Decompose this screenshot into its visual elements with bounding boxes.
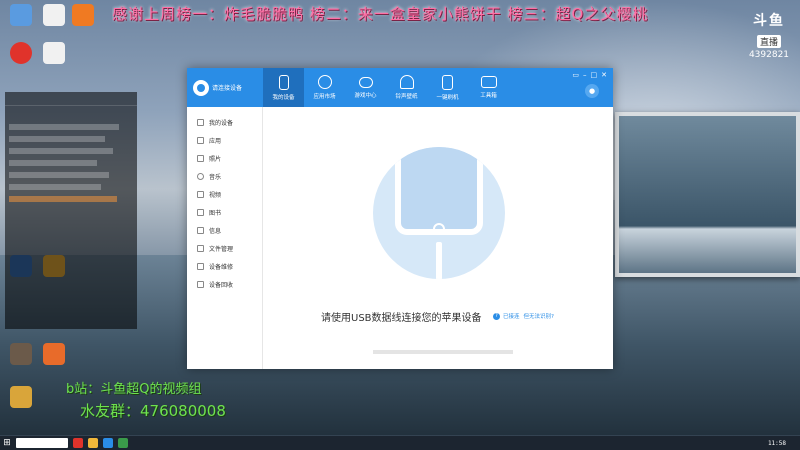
help-link[interactable]: ? 已接连 但无法识别? [493,312,558,320]
main-content: 请使用USB数据线连接您的苹果设备 ? 已接连 但无法识别? [263,107,613,369]
minimize-icon[interactable]: – [583,71,587,79]
app-icon [10,343,32,365]
cant-recognize-link[interactable]: 但无法识别? [524,312,554,320]
folder-icon [197,244,204,252]
itools-logo-icon [193,79,209,96]
device-sidebar: 我的设备 应用 照片 音乐 视频 图书 信息 文件管理 设备维修 设备回收 [187,107,263,369]
douyu-logo: 斗鱼 直播 4392821 [744,10,794,60]
desktop-icon[interactable] [4,386,38,410]
danmaku-chat-panel [5,92,137,329]
clock[interactable]: 11:58 [768,440,800,447]
usb-cable-icon [436,242,442,279]
sidebar-item-repair[interactable]: 设备维修 [187,257,262,275]
document-icon [43,42,65,64]
skin-icon[interactable]: ▭ [572,71,579,79]
tab-app-store[interactable]: 应用市场 [304,68,345,107]
taskbar: ⊞ 11:58 [0,436,800,450]
tab-flash[interactable]: 一键刷机 [427,68,468,107]
gamepad-icon [358,76,373,88]
connected-text: 已接连 [503,314,520,320]
sidebar-item-apps[interactable]: 应用 [187,131,262,149]
chat-line [9,160,97,166]
chat-header [5,92,137,106]
sidebar-item-video[interactable]: 视频 [187,185,262,203]
bilibili-overlay: b站：斗鱼超Q的视频组 [66,382,202,397]
question-icon: ? [493,312,500,320]
desktop-icon[interactable] [4,343,38,367]
phone-icon [395,147,483,235]
chat-line [9,172,109,178]
footer-note [373,350,513,354]
sidebar-item-my-device[interactable]: 我的设备 [187,113,262,131]
apps-icon [197,136,204,144]
recycle-icon [197,280,204,288]
phone-icon [278,74,289,90]
taskbar-app-icon[interactable] [103,438,113,448]
taskbar-app-icon[interactable] [73,438,83,448]
folder-icon [10,386,32,408]
message-icon [197,226,204,234]
bell-icon [399,75,414,89]
sidebar-item-recycle[interactable]: 设备回收 [187,275,262,293]
wrench-icon [197,262,204,270]
sidebar-item-files[interactable]: 文件管理 [187,239,262,257]
taskbar-search[interactable] [16,438,68,448]
app-icon [43,343,65,365]
desktop-icon[interactable] [66,4,100,28]
sidebar-item-messages[interactable]: 信息 [187,221,262,239]
logo-sub: 直播 [756,35,781,48]
tab-toolbox[interactable]: 工具箱 [468,68,509,107]
tab-game-center[interactable]: 游戏中心 [345,68,386,107]
sidebar-item-music[interactable]: 音乐 [187,167,262,185]
start-button[interactable]: ⊞ [0,436,14,450]
qq-group-overlay: 水友群：476080008 [80,402,226,420]
room-number: 4392821 [748,50,790,60]
wallpaper-painting [615,112,800,277]
chat-line [9,184,101,190]
book-icon [197,208,204,216]
app-store-icon [317,75,332,89]
thanks-banner: 感谢上周榜一：炸毛脆脆鸭 榜二：来一盒皇家小熊饼干 榜三：超Q之父樱桃 [112,5,649,23]
desktop-icon[interactable] [4,4,38,28]
sidebar-item-books[interactable]: 图书 [187,203,262,221]
home-button-icon [433,223,445,235]
toolbox-icon [480,76,497,88]
connect-prompt: 请使用USB数据线连接您的苹果设备 [321,313,482,324]
device-icon [197,118,204,126]
taskbar-app-icon[interactable] [118,438,128,448]
chat-line [9,124,119,130]
sidebar-item-photos[interactable]: 照片 [187,149,262,167]
chat-line [9,148,113,154]
desktop-icon[interactable] [37,42,71,66]
connect-phone-illustration [373,147,505,279]
microphone-icon[interactable]: ● [585,84,599,98]
itools-window: 请连接设备 我的设备 应用市场 游戏中心 铃声壁纸 一键刷机 工具箱 ▭ – □… [187,68,613,369]
chat-line [9,196,117,202]
close-icon[interactable]: ✕ [601,71,607,79]
chrome-icon [10,42,32,64]
tab-ringtones[interactable]: 铃声壁纸 [386,68,427,107]
document-icon [43,4,65,26]
connect-label: 请连接设备 [212,85,243,92]
desktop-icon[interactable] [37,343,71,367]
video-icon [197,190,204,198]
desktop-icon[interactable] [4,42,38,66]
app-icon [72,4,94,26]
taskbar-app-icon[interactable] [88,438,98,448]
logo-brand: 斗鱼 [753,13,785,29]
chat-line [9,136,105,142]
window-controls: ▭ – □ ✕ [572,71,607,79]
maximize-icon[interactable]: □ [591,71,598,79]
chat-lines [5,106,137,212]
photo-icon [197,154,204,162]
flash-icon [442,74,453,90]
app-toolbar: 请连接设备 我的设备 应用市场 游戏中心 铃声壁纸 一键刷机 工具箱 ▭ – □… [187,68,613,107]
tab-my-device[interactable]: 我的设备 [263,68,304,107]
computer-icon [10,4,32,26]
music-icon [197,172,204,180]
connect-device-button[interactable]: 请连接设备 [187,68,263,107]
